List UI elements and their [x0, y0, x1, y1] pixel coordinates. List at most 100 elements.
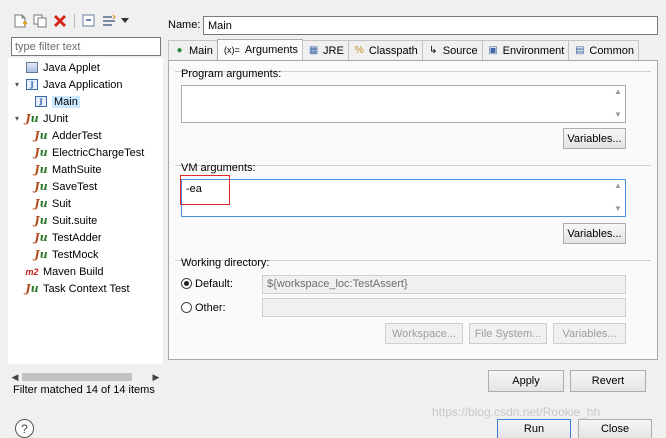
tab-label: Classpath: [368, 44, 418, 57]
expand-toggle-icon[interactable]: ▾: [12, 80, 22, 89]
tab-label: JRE: [323, 44, 344, 57]
tab-arguments[interactable]: (x)= Arguments: [216, 39, 304, 60]
toolbar-separator: [74, 14, 75, 28]
environment-tab-icon: ▣: [488, 45, 498, 56]
tree-item-label: ElectricChargeTest: [52, 146, 145, 159]
other-radio[interactable]: [181, 302, 192, 313]
tab-common[interactable]: ▤ Common: [568, 40, 639, 60]
new-config-icon[interactable]: [11, 12, 29, 30]
program-arguments-title: Program arguments:: [181, 68, 282, 80]
tab-label: Main: [189, 44, 213, 57]
program-arguments-variables-button[interactable]: Variables...: [563, 128, 626, 149]
vm-arguments-input[interactable]: -ea: [181, 179, 626, 217]
junit-icon: Ju: [34, 231, 48, 244]
tab-jre[interactable]: ▦ JRE: [302, 40, 349, 60]
scroll-down-icon[interactable]: ▼: [613, 204, 623, 213]
working-directory-title: Working directory:: [181, 257, 270, 269]
tree-item[interactable]: m2 Maven Build: [12, 263, 104, 280]
name-field[interactable]: [203, 16, 658, 35]
tree-item[interactable]: Ju TestAdder: [34, 229, 102, 246]
scroll-right-icon[interactable]: ▶: [149, 370, 163, 384]
working-directory-variables-button[interactable]: Variables...: [553, 323, 626, 344]
tab-main[interactable]: ● Main: [168, 40, 218, 60]
maven-icon: m2: [25, 266, 39, 277]
junit-icon: Ju: [34, 214, 48, 227]
tab-label: Arguments: [244, 44, 299, 56]
watermark-text: https://blog.csdn.net/Rookie_hh: [432, 405, 601, 419]
filter-status-text: Filter matched 14 of 14 items: [13, 384, 155, 396]
junit-icon: Ju: [34, 248, 48, 261]
tree-item[interactable]: Ju AdderTest: [34, 127, 101, 144]
tree-item-label: Suit: [52, 197, 71, 210]
tree-item-label: MathSuite: [52, 163, 102, 176]
close-button[interactable]: Close: [578, 419, 652, 438]
scroll-down-icon[interactable]: ▼: [613, 110, 623, 119]
tree-item[interactable]: Java Applet: [12, 59, 100, 76]
default-directory-field: ${workspace_loc:TestAssert}: [262, 275, 626, 294]
tree-item-label: Maven Build: [43, 265, 104, 278]
source-tab-icon: ↳: [429, 45, 438, 56]
default-radio[interactable]: [181, 278, 192, 289]
vm-arguments-title: VM arguments:: [181, 162, 256, 174]
java-applet-icon: [25, 61, 39, 75]
filter-icon[interactable]: [100, 12, 118, 30]
scroll-up-icon[interactable]: ▲: [613, 87, 623, 96]
filter-input[interactable]: [11, 37, 161, 56]
tree-item[interactable]: Ju MathSuite: [34, 161, 102, 178]
tree-item[interactable]: Ju Task Context Test: [12, 280, 130, 297]
program-arguments-input[interactable]: [181, 85, 626, 123]
junit-icon: Ju: [25, 282, 39, 295]
expand-toggle-icon[interactable]: ▾: [12, 114, 22, 123]
tree-item[interactable]: Ju Suit: [34, 195, 71, 212]
revert-button[interactable]: Revert: [570, 370, 646, 392]
tree-item-label: SaveTest: [52, 180, 98, 193]
help-icon[interactable]: ?: [15, 419, 34, 438]
tree-item-label: TestAdder: [52, 231, 102, 244]
duplicate-icon[interactable]: [31, 12, 49, 30]
delete-icon[interactable]: [51, 12, 69, 30]
workspace-button[interactable]: Workspace...: [385, 323, 463, 344]
launch-config-tree: Java Applet ▾ J Java Application J Main ▾ Ju JUn…: [8, 58, 163, 364]
tab-classpath[interactable]: % Classpath: [347, 40, 423, 60]
junit-icon: Ju: [25, 112, 39, 125]
junit-icon: Ju: [34, 163, 48, 176]
apply-button[interactable]: Apply: [488, 370, 564, 392]
left-toolbar: [8, 10, 163, 32]
tree-item[interactable]: Ju SaveTest: [34, 178, 97, 195]
tab-source[interactable]: ↳ Source: [421, 40, 483, 60]
scroll-left-icon[interactable]: ◀: [8, 370, 22, 384]
tab-label: Source: [442, 44, 478, 57]
other-label: Other:: [195, 302, 226, 314]
classpath-tab-icon: %: [354, 45, 364, 56]
scrollbar-thumb[interactable]: [22, 373, 132, 381]
tree-item-label: Task Context Test: [43, 282, 130, 295]
junit-icon: Ju: [34, 146, 48, 159]
arguments-tab-icon: (x)=: [223, 45, 240, 55]
tree-item-label: Main: [52, 95, 80, 108]
tree-item[interactable]: ▾ Ju JUnit: [12, 110, 68, 127]
tree-item[interactable]: ▾ J Java Application: [12, 76, 123, 93]
tree-item[interactable]: Ju ElectricChargeTest: [34, 144, 144, 161]
tab-environment[interactable]: ▣ Environment: [481, 40, 570, 60]
tree-item-label: Suit.suite: [52, 214, 98, 227]
collapse-all-icon[interactable]: [80, 12, 98, 30]
name-label: Name:: [168, 19, 201, 31]
scroll-up-icon[interactable]: ▲: [613, 181, 623, 190]
other-directory-field: [262, 298, 626, 317]
tree-item[interactable]: Ju Suit.suite: [34, 212, 97, 229]
tree-horizontal-scrollbar[interactable]: ◀ ▶: [8, 370, 163, 384]
file-system-button[interactable]: File System...: [469, 323, 547, 344]
launch-config-list-pane: Java Applet▾JJava ApplicationJMain▾JuJUn…: [8, 8, 163, 400]
vm-arguments-variables-button[interactable]: Variables...: [563, 223, 626, 244]
default-label: Default:: [195, 278, 233, 290]
junit-icon: Ju: [34, 197, 48, 210]
tab-label: Environment: [502, 44, 565, 57]
common-tab-icon: ▤: [575, 45, 585, 56]
tree-item-label: TestMock: [52, 248, 99, 261]
tree-item-label: Java Application: [43, 78, 123, 91]
view-menu-chevron-down-icon[interactable]: [120, 12, 130, 30]
tree-item[interactable]: Ju TestMock: [34, 246, 98, 263]
tree-item-label: JUnit: [43, 112, 69, 125]
tree-item[interactable]: J Main: [34, 93, 80, 110]
run-button[interactable]: Run: [497, 419, 571, 438]
